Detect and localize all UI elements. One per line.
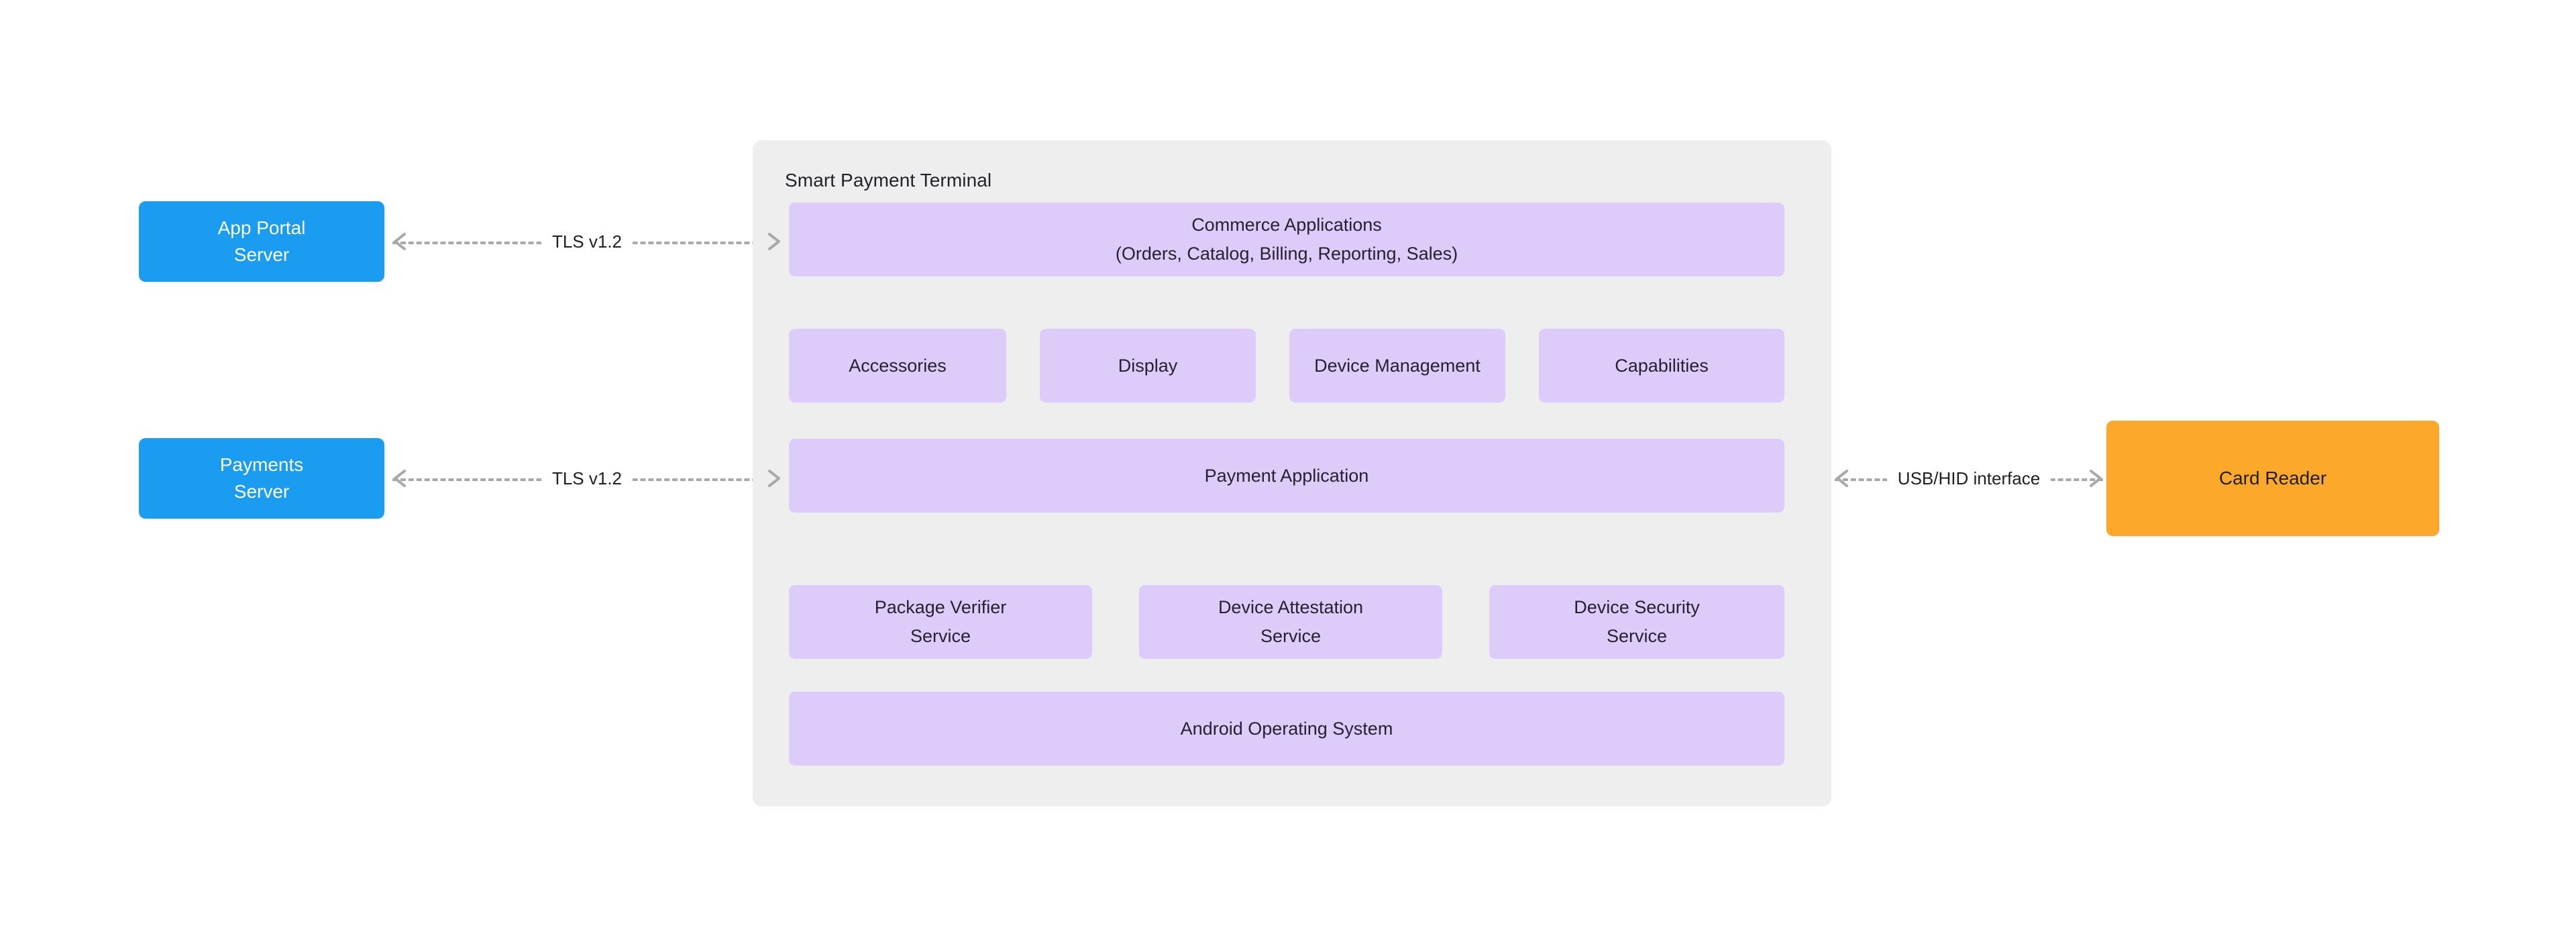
- layer-device-management[interactable]: Device Management: [1289, 329, 1505, 403]
- architecture-diagram: App Portal Server Payments Server TLS v1…: [0, 0, 2576, 946]
- node-app-portal-server[interactable]: App Portal Server: [139, 201, 384, 282]
- layer-package-verifier-service[interactable]: Package Verifier Service: [789, 585, 1092, 659]
- terminal-container: Smart Payment Terminal Commerce Applicat…: [753, 140, 1831, 806]
- connector-label-tls-app-portal: TLS v1.2: [541, 231, 633, 252]
- layer-device-security-service[interactable]: Device Security Service: [1489, 585, 1784, 659]
- terminal-title: Smart Payment Terminal: [785, 170, 992, 191]
- display-label: Display: [1118, 355, 1178, 376]
- connector-dashed-line: [392, 478, 782, 481]
- arrow-left-icon: [391, 468, 411, 488]
- card-reader-label: Card Reader: [2218, 468, 2327, 489]
- device-security-service-line2: Service: [1606, 626, 1667, 646]
- payments-server-line1: Payments: [219, 454, 304, 476]
- connector-usb-hid: USB/HID interface: [1835, 462, 2103, 494]
- layer-commerce-applications[interactable]: Commerce Applications (Orders, Catalog, …: [789, 203, 1784, 276]
- connector-tls-payments: TLS v1.2: [392, 462, 782, 494]
- layer-payment-application[interactable]: Payment Application: [789, 439, 1784, 513]
- connector-dashed-line: [392, 242, 782, 244]
- android-operating-system-label: Android Operating System: [1180, 718, 1393, 739]
- device-management-label: Device Management: [1314, 355, 1481, 376]
- layer-accessories[interactable]: Accessories: [789, 329, 1006, 403]
- layer-display[interactable]: Display: [1040, 329, 1256, 403]
- app-portal-server-line2: Server: [233, 244, 290, 265]
- device-attestation-service-line2: Service: [1260, 626, 1322, 646]
- node-payments-server[interactable]: Payments Server: [139, 438, 384, 519]
- connector-tls-app-portal: TLS v1.2: [392, 225, 782, 258]
- device-attestation-service-line1: Device Attestation: [1218, 597, 1364, 618]
- commerce-applications-line2: (Orders, Catalog, Billing, Reporting, Sa…: [1115, 244, 1458, 264]
- accessories-label: Accessories: [849, 355, 947, 376]
- device-security-service-line1: Device Security: [1574, 597, 1700, 618]
- package-verifier-service-line2: Service: [910, 626, 971, 646]
- capabilities-label: Capabilities: [1615, 355, 1709, 376]
- commerce-applications-line1: Commerce Applications: [1191, 215, 1382, 235]
- layer-capabilities[interactable]: Capabilities: [1539, 329, 1784, 403]
- layer-device-attestation-service[interactable]: Device Attestation Service: [1139, 585, 1442, 659]
- arrow-right-icon: [2084, 468, 2104, 488]
- node-card-reader[interactable]: Card Reader: [2106, 421, 2439, 536]
- app-portal-server-line1: App Portal: [217, 217, 306, 239]
- arrow-left-icon: [1833, 468, 1854, 488]
- connector-dashed-line: [1835, 478, 2103, 481]
- payment-application-label: Payment Application: [1204, 465, 1369, 486]
- package-verifier-service-line1: Package Verifier: [874, 597, 1007, 618]
- connector-label-tls-payments: TLS v1.2: [541, 468, 633, 489]
- connector-label-usb-hid: USB/HID interface: [1886, 468, 2051, 489]
- layer-android-operating-system[interactable]: Android Operating System: [789, 692, 1784, 766]
- arrow-left-icon: [391, 231, 411, 252]
- payments-server-line2: Server: [233, 481, 290, 502]
